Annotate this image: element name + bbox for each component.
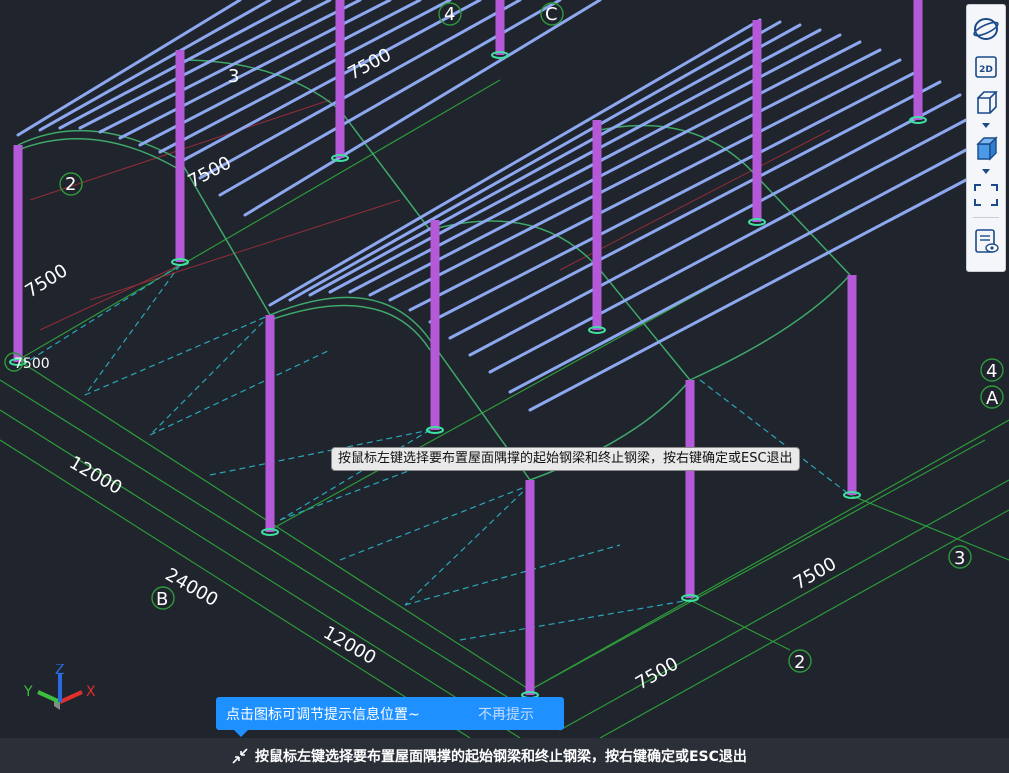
axis-triad: X Y Z — [20, 662, 104, 720]
grid-label: C — [545, 4, 558, 25]
dont-show-again-link[interactable]: 不再提示 — [478, 704, 534, 724]
z-axis-label: Z — [55, 664, 65, 678]
structure-model[interactable]: 4 C 3 7500 7500 2 7500 7500 12000 24000 … — [0, 0, 1009, 738]
hint-pointer — [234, 730, 248, 737]
grid-label: A — [986, 388, 999, 409]
grid-label: 3 — [228, 66, 239, 87]
3d-wireframe-icon[interactable] — [971, 89, 1001, 117]
roof-purlins — [16, 0, 968, 412]
grid-label: 4 — [986, 361, 997, 382]
fullscreen-icon[interactable] — [971, 181, 1001, 209]
orbit-icon[interactable] — [971, 15, 1001, 43]
grid-label: 2 — [794, 652, 805, 673]
cursor-tooltip: 按鼠标左键选择要布置屋面隅撑的起始钢梁和终止钢梁，按右键确定或ESC退出 — [331, 447, 800, 471]
3d-solid-icon[interactable] — [971, 135, 1001, 163]
dimension-label: 12000 — [66, 452, 126, 499]
dimension-label: 7500 — [22, 260, 72, 302]
2d-view-icon[interactable]: 2D — [971, 53, 1001, 81]
grid-label: 3 — [954, 548, 965, 569]
collapse-arrows-icon[interactable] — [231, 747, 249, 765]
red-beams — [29, 99, 831, 331]
chevron-down-icon[interactable] — [982, 121, 990, 129]
2d-label: 2D — [979, 65, 993, 75]
cad-3d-viewport[interactable]: 4 C 3 7500 7500 2 7500 7500 12000 24000 … — [0, 0, 1009, 738]
layer-visibility-icon[interactable] — [971, 227, 1001, 255]
grid-label: 4 — [444, 4, 455, 25]
view-toolbar: 2D — [966, 4, 1006, 272]
grid-label: B — [156, 589, 168, 610]
column-bases — [9, 51, 927, 699]
hint-balloon: 点击图标可调节提示信息位置~ 不再提示 — [216, 697, 564, 737]
dimension-label: 24000 — [162, 564, 222, 611]
grid-label: 7500 — [14, 356, 50, 372]
command-prompt-text: 按鼠标左键选择要布置屋面隅撑的起始钢梁和终止钢梁，按右键确定或ESC退出 — [255, 749, 747, 765]
chevron-down-icon[interactable] — [982, 167, 990, 175]
grid-label: 2 — [65, 174, 76, 195]
command-prompt-bar: 按鼠标左键选择要布置屋面隅撑的起始钢梁和终止钢梁，按右键确定或ESC退出 — [0, 738, 1009, 773]
hint-message: 点击图标可调节提示信息位置~ — [226, 707, 420, 723]
y-axis-label: Y — [23, 684, 33, 700]
dimension-label: 7500 — [632, 653, 682, 694]
dimension-label: 7500 — [184, 152, 234, 192]
x-axis-label: X — [86, 684, 96, 700]
